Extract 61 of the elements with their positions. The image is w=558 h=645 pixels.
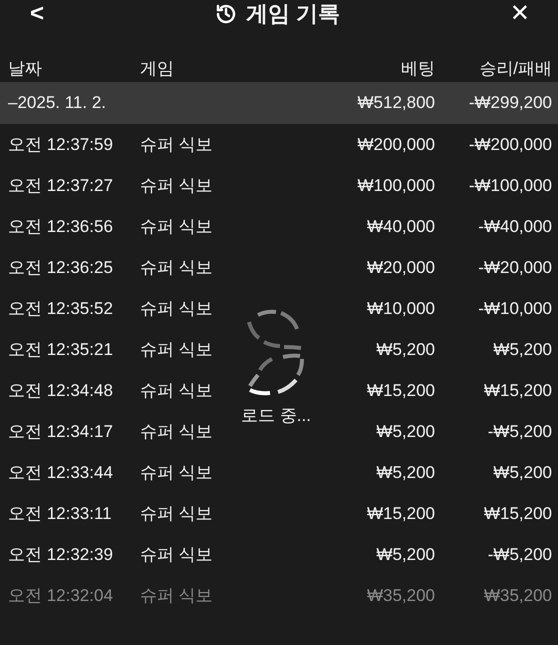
result-cell-text: -₩100,000 (468, 176, 552, 196)
result-cell-text: ₩15,200 (482, 380, 552, 400)
bet-cell-text: ₩5,200 (375, 340, 435, 360)
game-cell-text: 슈퍼 식보 (140, 462, 214, 484)
bet-cell-text: ₩200,000 (356, 134, 435, 154)
window-title: 게임 기록 (246, 0, 340, 28)
game-cell-text: 슈퍼 식보 (140, 339, 214, 361)
time-cell-text: 오전 12:34:48 (8, 380, 114, 402)
bet-cell-text: ₩5,200 (375, 544, 435, 564)
game-cell-text: 슈퍼 식보 (140, 544, 214, 566)
result-cell-text: -₩40,000 (477, 216, 552, 236)
time-cell-text: 오전 12:32:39 (8, 544, 114, 566)
time-cell-text: 오전 12:36:25 (8, 257, 114, 279)
result-cell-text: -₩5,200 (486, 544, 552, 564)
time-cell-text: 오전 12:33:44 (8, 462, 114, 484)
result-cell-text: ₩35,200 (482, 586, 552, 606)
time-cell-text: 오전 12:37:59 (8, 134, 114, 156)
game-cell-text: 슈퍼 식보 (140, 585, 214, 607)
back-button[interactable]: < (30, 0, 44, 28)
bet-cell-text: ₩5,200 (375, 422, 435, 442)
column-header: 베팅 (400, 58, 435, 80)
close-button[interactable]: ✕ (510, 0, 530, 28)
column-header: 게임 (140, 58, 175, 80)
column-header: 날짜 (8, 58, 43, 80)
time-cell-text: 오전 12:34:17 (8, 421, 114, 443)
total-bet: ₩512,800 (356, 93, 435, 113)
bet-cell-text: ₩100,000 (356, 176, 435, 196)
result-cell-text: -₩10,000 (477, 298, 552, 318)
bet-cell-text: ₩40,000 (366, 216, 435, 236)
time-cell-text: 오전 12:35:52 (8, 298, 114, 320)
result-cell-text: ₩15,200 (482, 504, 552, 524)
game-cell-text: 슈퍼 식보 (140, 257, 214, 279)
result-cell-text: -₩200,000 (468, 134, 552, 154)
game-cell-text: 슈퍼 식보 (140, 134, 214, 156)
bet-cell-text: ₩15,200 (366, 504, 435, 524)
time-cell-text: 오전 12:33:11 (8, 503, 113, 525)
date-group-row[interactable]: –2025. 11. 2. ₩512,800 -₩299,200 (0, 82, 558, 124)
game-cell-text: 슈퍼 식보 (140, 216, 214, 238)
time-cell-text: 오전 12:32:04 (8, 585, 114, 607)
bet-cell-text: ₩5,200 (375, 462, 435, 482)
date-group-label: –2025. 11. 2. (8, 93, 108, 113)
time-cell-text: 오전 12:37:27 (8, 175, 114, 197)
total-result: -₩299,200 (468, 93, 552, 113)
column-header: 승리/패배 (478, 58, 552, 80)
game-cell-text: 슈퍼 식보 (140, 175, 214, 197)
result-cell-text: ₩5,200 (492, 462, 552, 482)
loading-spinner-icon (246, 308, 306, 398)
result-cell-text: -₩5,200 (486, 422, 552, 442)
bet-cell-text: ₩10,000 (366, 298, 435, 318)
time-cell-text: 오전 12:36:56 (8, 216, 114, 238)
game-cell-text: 슈퍼 식보 (140, 380, 214, 402)
bet-cell-text: ₩20,000 (366, 258, 435, 278)
time-cell-text: 오전 12:35:21 (8, 339, 114, 361)
result-cell-text: ₩5,200 (492, 340, 552, 360)
result-cell-text: -₩20,000 (477, 258, 552, 278)
bet-cell-text: ₩35,200 (366, 586, 435, 606)
game-cell-text: 슈퍼 식보 (140, 298, 214, 320)
loading-label: 로드 중... (241, 405, 311, 427)
game-cell-text: 슈퍼 식보 (140, 421, 214, 443)
game-cell-text: 슈퍼 식보 (140, 503, 214, 525)
bet-cell-text: ₩15,200 (366, 380, 435, 400)
